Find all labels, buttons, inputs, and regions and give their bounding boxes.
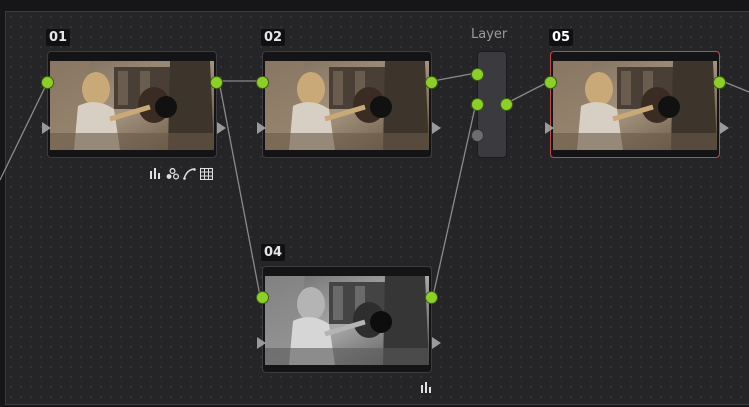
node-input-arrow-icon: [42, 122, 51, 134]
node-04-input-port[interactable]: [257, 292, 268, 303]
grid-icon: [199, 167, 213, 180]
layer-input-port-3[interactable]: [472, 130, 483, 141]
node-04-tool-icons: [419, 381, 433, 394]
node-label-01: 01: [46, 29, 71, 46]
node-output-arrow-icon: [432, 122, 441, 134]
node-05-output-port[interactable]: [714, 77, 725, 88]
node-input-arrow-icon: [257, 122, 266, 134]
node-thumbnail-05: [553, 61, 717, 150]
layer-input-port-1[interactable]: [472, 69, 483, 80]
layer-mixer-node[interactable]: [472, 51, 512, 158]
node-thumbnail-02: [265, 61, 429, 150]
layer-mixer-label: Layer: [471, 27, 508, 42]
node-05[interactable]: 05: [545, 29, 729, 158]
node-02-input-port[interactable]: [257, 77, 268, 88]
node-01[interactable]: 01: [42, 29, 226, 158]
node-04[interactable]: 04: [257, 244, 441, 373]
node-02[interactable]: 02: [257, 29, 441, 158]
scopes-icon: [148, 167, 162, 180]
node-input-arrow-icon: [257, 337, 266, 349]
node-label-04: 04: [261, 244, 286, 261]
color-warp-icon: [165, 167, 179, 180]
node-thumbnail-04: [265, 276, 429, 365]
curves-icon: [182, 167, 196, 180]
node-01-output-port[interactable]: [211, 77, 222, 88]
layer-output-port[interactable]: [501, 99, 512, 110]
node-01-input-port[interactable]: [42, 77, 53, 88]
layer-input-port-2[interactable]: [472, 99, 483, 110]
node-output-arrow-icon: [720, 122, 729, 134]
node-01-tool-icons: [148, 167, 213, 180]
node-output-arrow-icon: [217, 122, 226, 134]
scopes-icon: [419, 381, 433, 394]
node-thumbnail-01: [50, 61, 214, 150]
node-label-02: 02: [261, 29, 286, 46]
node-label-05: 05: [549, 29, 574, 46]
node-05-input-port[interactable]: [545, 77, 556, 88]
node-02-output-port[interactable]: [426, 77, 437, 88]
node-input-arrow-icon: [545, 122, 554, 134]
node-output-arrow-icon: [432, 337, 441, 349]
node-04-output-port[interactable]: [426, 292, 437, 303]
